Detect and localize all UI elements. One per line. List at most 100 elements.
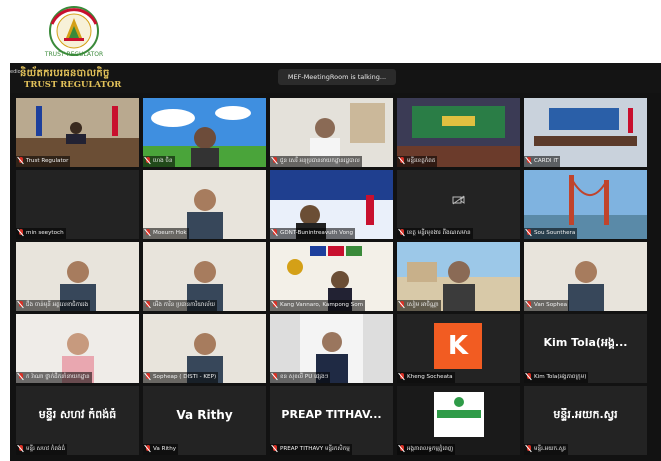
- mic-muted-icon: [144, 300, 151, 309]
- participant-tile[interactable]: Sou Sounthera: [524, 170, 647, 239]
- participant-tile[interactable]: មន្ទីរ.អយក.ស្វរ មន្ទីរ.អយក.ស្វរ: [524, 386, 647, 455]
- participant-name-label: Trust Regulator: [16, 156, 71, 167]
- mic-muted-icon: [144, 156, 151, 165]
- participant-tile[interactable]: ខេត្ត មន្ទីរមុខងារ ពីងណសមាន: [397, 170, 520, 239]
- participant-tile[interactable]: សៀម អាចិណ្ណា: [397, 242, 520, 311]
- participant-name: Moeurn Hok: [153, 230, 187, 236]
- participant-name: Van Sophea: [534, 302, 568, 308]
- participant-name: ហេង ចិន: [153, 158, 173, 164]
- participant-name: Kheng Socheata: [407, 374, 453, 380]
- participant-name-label: ខន សុខលី PU ផ្សេងៗ: [270, 372, 331, 383]
- participant-initial: K: [434, 323, 482, 369]
- org-banner: និយ័តករបរធនបាលកិច្ច TRUST REGULATOR: [10, 65, 150, 93]
- participant-name: អង្គភាពលទ្ធកម្មភ្នំពេញ: [407, 446, 454, 452]
- participant-name-label: Sopheap ( DISTI - KEP): [143, 372, 219, 383]
- participant-name: ជួន សេរី អនុប្រធាននាយកដ្ឋានរដ្ឋបាល: [280, 158, 360, 164]
- mic-muted-icon: [398, 300, 405, 309]
- org-name-english: TRUST REGULATOR: [24, 80, 122, 90]
- participant-display-name: PREAP TITHAV...: [281, 408, 382, 421]
- participant-name-label: សៀម អាចិណ្ណា: [397, 300, 441, 311]
- participant-name: ខន សុខលី PU ផ្សេងៗ: [280, 374, 329, 380]
- mic-muted-icon: [17, 444, 24, 453]
- participant-grid: Trust Regulator ហេង ចិន ជួន សេរី អនុប្រធាន…: [16, 98, 656, 458]
- active-speaker-banner: MEF-MeetingRoom is talking...: [278, 69, 396, 85]
- participant-name: CARDI IT: [534, 158, 559, 164]
- participant-display-name: មន្ទីរ.អយក.ស្វរ: [553, 408, 618, 421]
- meeting-window: edio និយ័តករបរធនបាលកិច្ច TRUST REGULATOR…: [10, 63, 661, 461]
- participant-display-name: មន្ទីរ សហវ កំពង់ធំ: [38, 408, 117, 421]
- participant-name: min seeytoch: [26, 230, 64, 236]
- participant-name-label: Kim Tola(អង្គភាពក្រុម): [524, 372, 589, 383]
- participant-name-label: អើង ការិន ប្រធានការិយាល័យ: [143, 300, 218, 311]
- participant-name-label: Kheng Socheata: [397, 372, 455, 383]
- participant-name-label: Sou Sounthera: [524, 228, 578, 239]
- participant-tile[interactable]: មន្ទីរ សហវ កំពង់ធំ មន្ទីរ សហវ កំពង់ធំ: [16, 386, 139, 455]
- participant-name: Va Rithy: [153, 446, 177, 452]
- mic-muted-icon: [398, 156, 405, 165]
- participant-name-label: GDNT-Bunintreavuth Vong: [270, 228, 356, 239]
- participant-name: មន្ទីរខេត្តកំពត: [407, 158, 436, 164]
- participant-name: Kim Tola(អង្គភាពក្រុម): [534, 374, 587, 380]
- mic-muted-icon: [398, 444, 405, 453]
- participant-name-label: អង្គភាពលទ្ធកម្មភ្នំពេញ: [397, 444, 456, 455]
- mic-muted-icon: [271, 228, 278, 237]
- svg-text:TRUST REGULATOR: TRUST REGULATOR: [44, 51, 103, 58]
- participant-tile[interactable]: Van Sophea: [524, 242, 647, 311]
- mic-muted-icon: [525, 228, 532, 237]
- participant-tile[interactable]: Sopheap ( DISTI - KEP): [143, 314, 266, 383]
- participant-name: ជឹង ចាន់មុនី អគ្គលេខាធិការរង: [26, 302, 89, 308]
- participant-tile[interactable]: Trust Regulator: [16, 98, 139, 167]
- participant-tile[interactable]: K Kheng Socheata: [397, 314, 520, 383]
- participant-name: PREAP TITHAVY មន្ទីរកសិកម្ម: [280, 446, 350, 452]
- mic-muted-icon: [271, 444, 278, 453]
- participant-name: ក រ៉ាណា ថ្នាក់ដឹកនាំនាយកដ្ឋាន: [26, 374, 90, 380]
- participant-name-label: ជួន សេរី អនុប្រធាននាយកដ្ឋានរដ្ឋបាល: [270, 156, 362, 167]
- participant-tile[interactable]: Va Rithy Va Rithy: [143, 386, 266, 455]
- participant-tile[interactable]: ហេង ចិន: [143, 98, 266, 167]
- participant-tile[interactable]: អង្គភាពលទ្ធកម្មភ្នំពេញ: [397, 386, 520, 455]
- participant-name: មន្ទីរ.អយក.ស្វរ: [534, 446, 566, 452]
- participant-name-label: Van Sophea: [524, 300, 570, 311]
- participant-name: អើង ការិន ប្រធានការិយាល័យ: [153, 302, 216, 308]
- camera-off-icon: [452, 195, 465, 205]
- participant-name: មន្ទីរ សហវ កំពង់ធំ: [26, 446, 66, 452]
- participant-tile[interactable]: PREAP TITHAV... PREAP TITHAVY មន្ទីរកសិកម…: [270, 386, 393, 455]
- mic-muted-icon: [398, 372, 405, 381]
- participant-display-name: Kim Tola(អង្គ...: [543, 336, 628, 349]
- mic-muted-icon: [398, 228, 405, 237]
- participant-tile[interactable]: CARDI IT: [524, 98, 647, 167]
- participant-name: Kang Vannaro, Kampong Som: [280, 302, 364, 308]
- participant-name-label: CARDI IT: [524, 156, 561, 167]
- participant-tile[interactable]: Kim Tola(អង្គ... Kim Tola(អង្គភាពក្រុម): [524, 314, 647, 383]
- participant-name-label: ខេត្ត មន្ទីរមុខងារ ពីងណសមាន: [397, 228, 473, 239]
- participant-name-label: មន្ទីរ សហវ កំពង់ធំ: [16, 444, 68, 455]
- participant-tile[interactable]: ជួន សេរី អនុប្រធាននាយកដ្ឋានរដ្ឋបាល: [270, 98, 393, 167]
- mic-muted-icon: [17, 372, 24, 381]
- mic-muted-icon: [17, 300, 24, 309]
- org-name-khmer: និយ័តករបរធនបាលកិច្ច: [20, 68, 110, 79]
- mic-muted-icon: [144, 444, 151, 453]
- participant-name: Trust Regulator: [26, 158, 69, 164]
- mic-muted-icon: [525, 300, 532, 309]
- mic-muted-icon: [525, 372, 532, 381]
- participant-tile[interactable]: Kang Vannaro, Kampong Som: [270, 242, 393, 311]
- meeting-top-bar: edio និយ័តករបរធនបាលកិច្ច TRUST REGULATOR…: [10, 63, 661, 93]
- participant-name-label: មន្ទីរខេត្តកំពត: [397, 156, 438, 167]
- participant-tile[interactable]: អើង ការិន ប្រធានការិយាល័យ: [143, 242, 266, 311]
- participant-tile[interactable]: min seeytoch: [16, 170, 139, 239]
- mic-muted-icon: [525, 156, 532, 165]
- participant-name-label: Kang Vannaro, Kampong Som: [270, 300, 366, 311]
- participant-name-label: PREAP TITHAVY មន្ទីរកសិកម្ម: [270, 444, 352, 455]
- mic-muted-icon: [271, 156, 278, 165]
- participant-name: Sopheap ( DISTI - KEP): [153, 374, 217, 380]
- participant-name-label: Moeurn Hok: [143, 228, 189, 239]
- participant-name-label: ហេង ចិន: [143, 156, 175, 167]
- participant-tile[interactable]: ក រ៉ាណា ថ្នាក់ដឹកនាំនាយកដ្ឋាន: [16, 314, 139, 383]
- participant-tile[interactable]: ខន សុខលី PU ផ្សេងៗ: [270, 314, 393, 383]
- participant-tile[interactable]: មន្ទីរខេត្តកំពត: [397, 98, 520, 167]
- participant-tile[interactable]: GDNT-Bunintreavuth Vong: [270, 170, 393, 239]
- participant-name: Sou Sounthera: [534, 230, 576, 236]
- mic-muted-icon: [17, 156, 24, 165]
- participant-tile[interactable]: Moeurn Hok: [143, 170, 266, 239]
- participant-tile[interactable]: ជឹង ចាន់មុនី អគ្គលេខាធិការរង: [16, 242, 139, 311]
